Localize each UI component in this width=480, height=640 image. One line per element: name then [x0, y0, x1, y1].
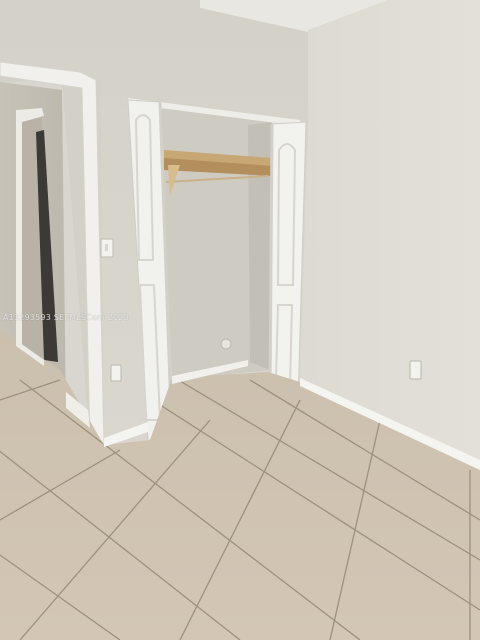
- listing-watermark: A11293593 SEFMLSCom 2023: [3, 313, 129, 322]
- floor-vent: [220, 338, 232, 350]
- closet-door-right-edge: [268, 123, 274, 395]
- light-switch-toggle: [105, 244, 108, 251]
- outlet-left: [110, 364, 122, 382]
- room-photo: A11293593 SEFMLSCom 2023: [0, 0, 480, 640]
- outlet-right: [409, 360, 422, 380]
